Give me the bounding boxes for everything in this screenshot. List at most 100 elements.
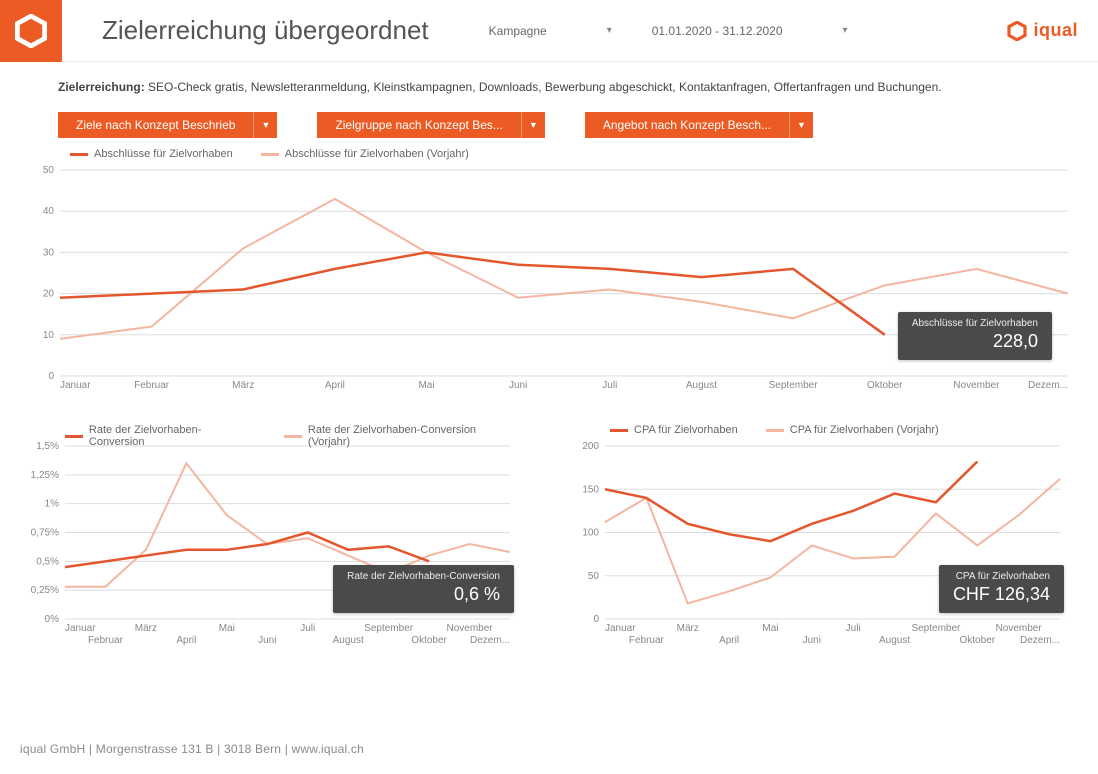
brand-logo-box — [0, 0, 62, 62]
svg-text:0,75%: 0,75% — [31, 528, 59, 539]
svg-text:März: März — [135, 623, 157, 634]
button-label: Ziele nach Konzept Beschrieb — [58, 118, 253, 132]
svg-text:September: September — [364, 623, 414, 634]
svg-text:März: März — [677, 623, 699, 634]
kpi-label: Abschlüsse für Zielvorhaben — [912, 318, 1038, 329]
chart-legend: Abschlüsse für Zielvorhaben Abschlüsse f… — [70, 148, 469, 160]
zielgruppe-button[interactable]: Zielgruppe nach Konzept Bes... ▼ — [317, 112, 544, 138]
svg-text:50: 50 — [588, 571, 600, 582]
svg-text:40: 40 — [43, 206, 55, 217]
legend-item-current: Abschlüsse für Zielvorhaben — [70, 148, 233, 160]
description-label: Zielerreichung: — [58, 80, 145, 94]
svg-text:April: April — [719, 635, 739, 646]
description-text: SEO-Check gratis, Newsletteranmeldung, K… — [148, 80, 942, 94]
kpi-label: Rate der Zielvorhaben-Conversion — [347, 571, 500, 582]
svg-text:Juni: Juni — [509, 380, 527, 391]
svg-text:Mai: Mai — [219, 623, 235, 634]
page-title: Zielerreichung übergeordnet — [102, 15, 429, 46]
chevron-down-icon: ▾ — [843, 25, 848, 36]
campaign-selector[interactable]: Kampagne ▾ — [489, 24, 612, 38]
header: Zielerreichung übergeordnet Kampagne ▾ 0… — [0, 0, 1098, 62]
svg-text:20: 20 — [43, 289, 55, 300]
chevron-down-icon: ▼ — [521, 112, 545, 138]
svg-text:Januar: Januar — [605, 623, 636, 634]
legend-item-previous: Rate der Zielvorhaben-Conversion (Vorjah… — [284, 424, 520, 448]
hexagon-icon — [1007, 21, 1027, 41]
kpi-abschluesse: Abschlüsse für Zielvorhaben 228,0 — [898, 312, 1052, 360]
svg-text:50: 50 — [43, 165, 55, 176]
svg-text:August: August — [333, 635, 364, 646]
legend-item-previous: Abschlüsse für Zielvorhaben (Vorjahr) — [261, 148, 469, 160]
kpi-label: CPA für Zielvorhaben — [953, 571, 1050, 582]
kpi-conversion: Rate der Zielvorhaben-Conversion 0,6 % — [333, 565, 514, 613]
svg-text:Februar: Februar — [134, 380, 170, 391]
svg-text:Februar: Februar — [88, 635, 124, 646]
svg-text:0: 0 — [48, 371, 54, 382]
svg-text:April: April — [176, 635, 196, 646]
svg-text:Juli: Juli — [602, 380, 617, 391]
chart-legend: CPA für Zielvorhaben CPA für Zielvorhabe… — [610, 424, 939, 436]
svg-text:0%: 0% — [45, 614, 60, 625]
svg-text:Dezem...: Dezem... — [1028, 380, 1068, 391]
filter-button-row: Ziele nach Konzept Beschrieb ▼ Zielgrupp… — [58, 112, 1098, 138]
kpi-cpa: CPA für Zielvorhaben CHF 126,34 — [939, 565, 1064, 613]
svg-text:April: April — [325, 380, 345, 391]
svg-text:August: August — [879, 635, 910, 646]
svg-text:November: November — [446, 623, 493, 634]
legend-item-previous: CPA für Zielvorhaben (Vorjahr) — [766, 424, 939, 436]
brand-logo: iqual — [1007, 20, 1078, 41]
button-label: Angebot nach Konzept Besch... — [585, 118, 789, 132]
chart-legend: Rate der Zielvorhaben-Conversion Rate de… — [65, 424, 520, 448]
legend-item-current: Rate der Zielvorhaben-Conversion — [65, 424, 256, 448]
svg-text:Februar: Februar — [629, 635, 665, 646]
svg-text:Oktober: Oktober — [959, 635, 995, 646]
chart-conversion: Rate der Zielvorhaben-Conversion Rate de… — [20, 424, 520, 649]
svg-text:0,5%: 0,5% — [36, 556, 59, 567]
svg-text:Juni: Juni — [258, 635, 276, 646]
svg-text:Oktober: Oktober — [867, 380, 903, 391]
svg-text:Mai: Mai — [418, 380, 434, 391]
svg-text:November: November — [996, 623, 1043, 634]
svg-text:0,25%: 0,25% — [31, 585, 59, 596]
svg-text:150: 150 — [582, 484, 599, 495]
svg-text:200: 200 — [582, 441, 599, 452]
svg-text:Juni: Juni — [803, 635, 821, 646]
kpi-value: 0,6 % — [347, 584, 500, 605]
svg-text:Juli: Juli — [300, 623, 315, 634]
footer: iqual GmbH | Morgenstrasse 131 B | 3018 … — [20, 742, 364, 756]
svg-text:Mai: Mai — [762, 623, 778, 634]
hexagon-icon — [14, 14, 48, 48]
legend-item-current: CPA für Zielvorhaben — [610, 424, 738, 436]
svg-text:1%: 1% — [45, 499, 60, 510]
svg-text:Oktober: Oktober — [411, 635, 447, 646]
svg-text:September: September — [769, 380, 819, 391]
kpi-value: CHF 126,34 — [953, 584, 1050, 605]
svg-text:September: September — [911, 623, 961, 634]
date-range-label: 01.01.2020 - 31.12.2020 — [652, 24, 783, 38]
chevron-down-icon: ▾ — [607, 25, 612, 36]
svg-text:Juli: Juli — [846, 623, 861, 634]
svg-text:Januar: Januar — [65, 623, 96, 634]
ziele-button[interactable]: Ziele nach Konzept Beschrieb ▼ — [58, 112, 277, 138]
svg-text:100: 100 — [582, 528, 599, 539]
svg-text:10: 10 — [43, 330, 55, 341]
svg-text:1,5%: 1,5% — [36, 441, 59, 452]
chart-cpa: CPA für Zielvorhaben CPA für Zielvorhabe… — [570, 424, 1070, 649]
svg-text:November: November — [953, 380, 1000, 391]
svg-text:August: August — [686, 380, 717, 391]
svg-text:Dezem...: Dezem... — [1020, 635, 1060, 646]
svg-text:30: 30 — [43, 247, 55, 258]
chevron-down-icon: ▼ — [253, 112, 277, 138]
button-label: Zielgruppe nach Konzept Bes... — [317, 118, 520, 132]
svg-text:Januar: Januar — [60, 380, 91, 391]
svg-text:Dezem...: Dezem... — [470, 635, 510, 646]
description: Zielerreichung: SEO-Check gratis, Newsle… — [58, 80, 1098, 94]
brand-name: iqual — [1033, 20, 1078, 41]
svg-text:1,25%: 1,25% — [31, 470, 59, 481]
chevron-down-icon: ▼ — [789, 112, 813, 138]
kpi-value: 228,0 — [912, 331, 1038, 352]
svg-text:März: März — [232, 380, 254, 391]
angebot-button[interactable]: Angebot nach Konzept Besch... ▼ — [585, 112, 813, 138]
date-range-selector[interactable]: 01.01.2020 - 31.12.2020 ▾ — [652, 24, 848, 38]
campaign-selector-label: Kampagne — [489, 24, 547, 38]
